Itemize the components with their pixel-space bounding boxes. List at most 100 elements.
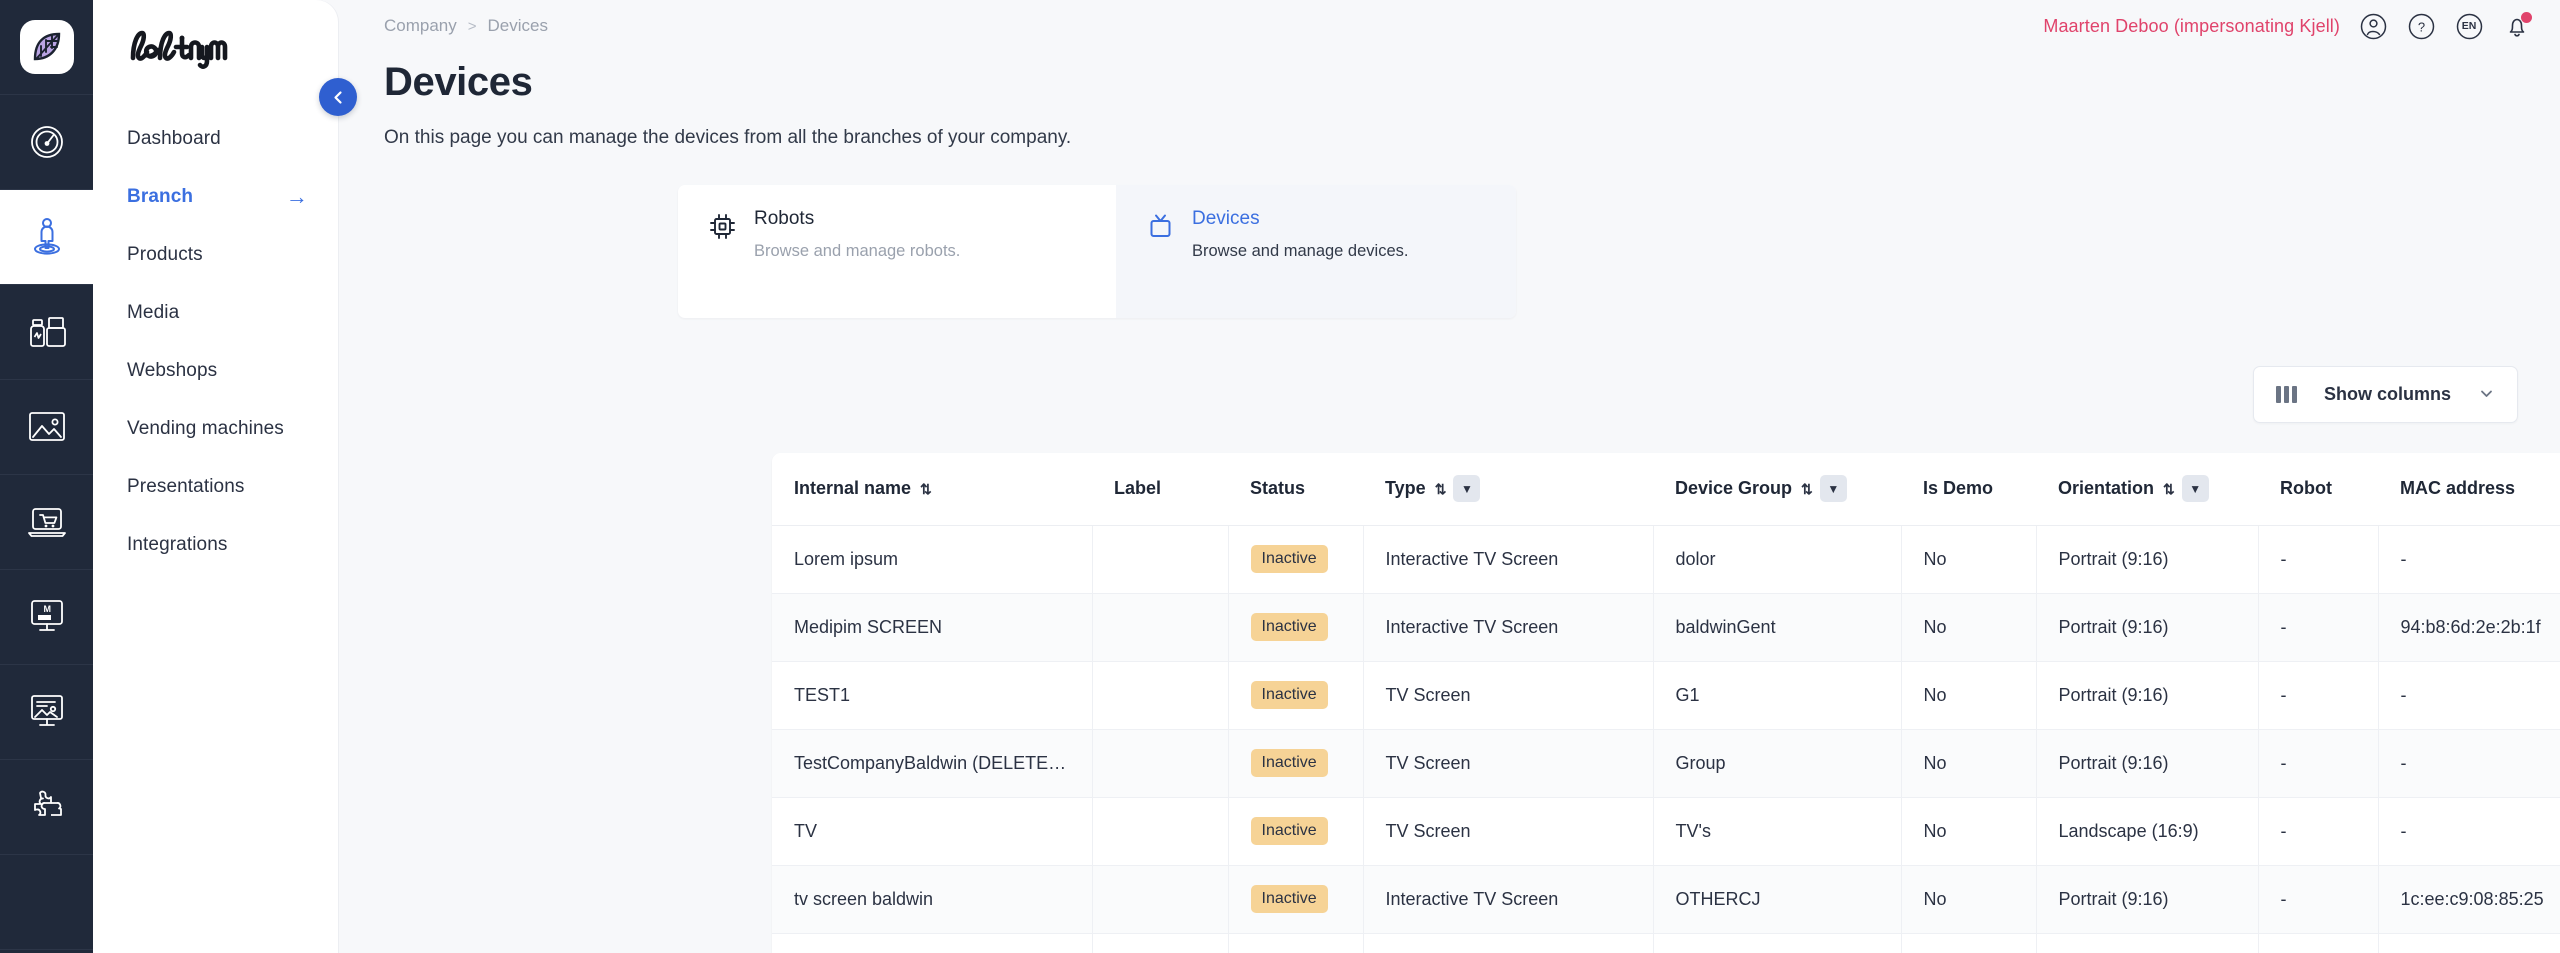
rail-item-media[interactable]	[0, 380, 93, 475]
main-content: Company > Devices Maarten Deboo (imperso…	[338, 0, 2560, 953]
puzzle-icon	[25, 787, 69, 827]
sidebar-item-label: Dashboard	[127, 128, 221, 150]
column-header-internal-name[interactable]: Internal name ⇅	[772, 453, 1092, 525]
breadcrumb-current[interactable]: Devices	[488, 16, 548, 36]
sort-icon[interactable]: ⇅	[1435, 482, 1445, 496]
image-icon	[26, 409, 68, 445]
table-row[interactable]: Lorem ipsum Inactive Interactive TV Scre…	[772, 525, 2560, 593]
table-row[interactable]: TEST1 Inactive TV Screen G1 No Portrait …	[772, 661, 2560, 729]
brand-wordmark	[93, 0, 338, 96]
cell-status: Inactive	[1228, 661, 1363, 729]
sort-icon[interactable]: ⇅	[920, 482, 930, 496]
cell-internal-name: TEST1	[772, 661, 1092, 729]
tab-description: Browse and manage robots.	[754, 242, 960, 261]
sidebar-item-dashboard[interactable]: Dashboard	[93, 110, 338, 168]
cell-mac-address: -	[2378, 729, 2560, 797]
cell-device-group: OTHERCJ	[1653, 865, 1901, 933]
cell-is-demo: No	[1901, 865, 2036, 933]
tab-devices[interactable]: Devices Browse and manage devices.	[1116, 185, 1516, 318]
table-row[interactable]: TV Inactive TV Screen TV's No Landscape …	[772, 797, 2560, 865]
cell-device-group: TV's	[1653, 797, 1901, 865]
sidebar-collapse-button[interactable]	[319, 78, 357, 116]
language-circle-icon[interactable]: EN	[2454, 11, 2484, 41]
table-row[interactable]: tv screen baldwin #2 Inactive Interactiv…	[772, 933, 2560, 953]
tab-title: Devices	[1192, 209, 1408, 230]
page-header: Devices On this page you can manage the …	[338, 52, 2560, 149]
column-header-status[interactable]: Status	[1228, 453, 1363, 525]
sidebar-item-label: Branch	[127, 186, 193, 208]
sidebar-item-media[interactable]: Media	[93, 284, 338, 342]
cell-is-demo: No	[1901, 593, 2036, 661]
column-header-robot[interactable]: Robot	[2258, 453, 2378, 525]
laptop-cart-icon	[26, 504, 68, 540]
sidebar-item-label: Media	[127, 302, 179, 324]
cell-label	[1092, 933, 1228, 953]
top-bar: Company > Devices Maarten Deboo (imperso…	[338, 0, 2560, 52]
sidebar-nav-list: Dashboard Branch → Products Media Websho…	[93, 96, 338, 574]
chevron-left-icon	[331, 90, 346, 105]
sidebar-item-webshops[interactable]: Webshops	[93, 342, 338, 400]
sidebar-item-products[interactable]: Products	[93, 226, 338, 284]
svg-text:M: M	[43, 604, 51, 614]
sidebar-item-branch[interactable]: Branch →	[93, 168, 338, 226]
filter-icon[interactable]: ▼	[1453, 475, 1480, 502]
rail-item-dashboard[interactable]	[0, 95, 93, 190]
tab-description: Browse and manage devices.	[1192, 242, 1408, 261]
app-logo[interactable]	[0, 0, 93, 95]
status-badge: Inactive	[1251, 749, 1328, 777]
filter-icon[interactable]: ▼	[2182, 475, 2209, 502]
cell-is-demo: No	[1901, 525, 2036, 593]
table-row[interactable]: Medipim SCREEN Inactive Interactive TV S…	[772, 593, 2560, 661]
show-columns-button[interactable]: Show columns	[2253, 366, 2518, 423]
rail-item-presentations[interactable]	[0, 665, 93, 760]
user-circle-icon[interactable]	[2358, 11, 2388, 41]
devices-table: Internal name ⇅ Label Status Type ⇅ ▼ De…	[772, 453, 2560, 953]
cell-device-group: G1	[1653, 661, 1901, 729]
section-tabs: Robots Browse and manage robots. Devices…	[678, 185, 1516, 318]
tab-title: Robots	[754, 209, 960, 230]
rail-item-webshops[interactable]	[0, 475, 93, 570]
sort-icon[interactable]: ⇅	[1801, 482, 1811, 496]
column-header-device-group[interactable]: Device Group ⇅ ▼	[1653, 453, 1901, 525]
help-circle-icon[interactable]: ?	[2406, 11, 2436, 41]
column-header-type[interactable]: Type ⇅ ▼	[1363, 453, 1653, 525]
column-header-mac-address[interactable]: MAC address	[2378, 453, 2560, 525]
cell-mac-address: -	[2378, 661, 2560, 729]
cell-device-group: dolor	[1653, 525, 1901, 593]
bell-icon[interactable]	[2502, 11, 2532, 41]
column-header-is-demo[interactable]: Is Demo	[1901, 453, 2036, 525]
devices-table-container: Internal name ⇅ Label Status Type ⇅ ▼ De…	[772, 453, 2560, 953]
cell-type: TV Screen	[1363, 729, 1653, 797]
notification-dot	[2521, 12, 2532, 23]
products-bottle-icon	[26, 312, 68, 352]
icon-rail: M	[0, 0, 93, 953]
table-body: Lorem ipsum Inactive Interactive TV Scre…	[772, 525, 2560, 953]
cell-internal-name: Lorem ipsum	[772, 525, 1092, 593]
cell-robot: -	[2258, 797, 2378, 865]
tab-robots[interactable]: Robots Browse and manage robots.	[678, 185, 1116, 318]
leaf-logo-icon	[20, 20, 74, 74]
rail-item-products[interactable]	[0, 285, 93, 380]
rail-item-vending-machines[interactable]: M	[0, 570, 93, 665]
column-header-label[interactable]: Label	[1092, 453, 1228, 525]
table-row[interactable]: tv screen baldwin Inactive Interactive T…	[772, 865, 2560, 933]
cell-internal-name: tv screen baldwin #2	[772, 933, 1092, 953]
breadcrumb-parent[interactable]: Company	[384, 16, 457, 36]
rail-item-integrations[interactable]	[0, 760, 93, 855]
table-row[interactable]: TestCompanyBaldwin (DELETEME) Inactive T…	[772, 729, 2560, 797]
cell-device-group: baldwinGent	[1653, 933, 1901, 953]
sort-icon[interactable]: ⇅	[2163, 482, 2173, 496]
breadcrumb-separator: >	[468, 18, 477, 35]
sidebar-item-presentations[interactable]: Presentations	[93, 458, 338, 516]
sidebar-item-vending-machines[interactable]: Vending machines	[93, 400, 338, 458]
cell-device-group: Group	[1653, 729, 1901, 797]
sidebar-item-label: Products	[127, 244, 203, 266]
filter-icon[interactable]: ▼	[1820, 475, 1847, 502]
cell-type: TV Screen	[1363, 797, 1653, 865]
cell-status: Inactive	[1228, 865, 1363, 933]
rail-item-branch[interactable]	[0, 190, 93, 285]
sidebar-item-integrations[interactable]: Integrations	[93, 516, 338, 574]
page-title: Devices	[384, 60, 2560, 105]
cell-label	[1092, 593, 1228, 661]
column-header-orientation[interactable]: Orientation ⇅ ▼	[2036, 453, 2258, 525]
